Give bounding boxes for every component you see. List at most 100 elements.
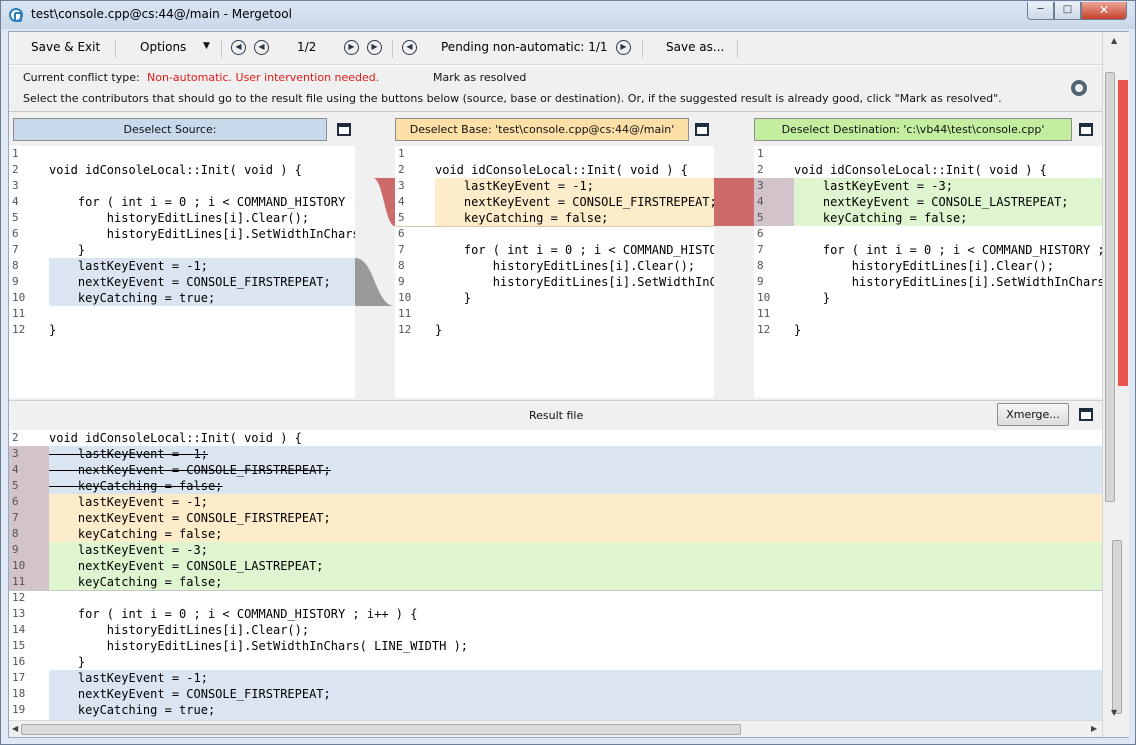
- code-text: }: [435, 291, 472, 305]
- base-pane[interactable]: 1 2 void idConsoleLocal::Init( void ) {3 l…: [395, 146, 714, 398]
- code-text: void idConsoleLocal::Init( void ) {: [435, 163, 688, 177]
- source-base-connector: [355, 178, 395, 306]
- code-line: 12}: [395, 322, 714, 338]
- vertical-scrollbar[interactable]: ▲ ▼: [1102, 32, 1129, 737]
- code-text: keyCatching = false;: [49, 575, 223, 589]
- line-number: 6: [12, 227, 19, 240]
- title-bar[interactable]: test\console.cpp@cs:44@/main - Mergetool…: [1, 1, 1135, 29]
- conflict-connector-shape: [714, 178, 754, 226]
- code-text: lastKeyEvent = -3;: [49, 543, 208, 557]
- maximize-destination-icon[interactable]: [1079, 123, 1093, 136]
- scroll-down-icon[interactable]: ▼: [1111, 708, 1117, 717]
- scroll-left-icon[interactable]: ◀: [12, 724, 18, 733]
- line-number: 4: [12, 195, 19, 208]
- line-number: 2: [757, 163, 764, 176]
- code-line: 14 historyEditLines[i].Clear();: [9, 622, 1102, 638]
- code-text: nextKeyEvent = CONSOLE_LASTREPEAT;: [794, 195, 1069, 209]
- next-conflict-icon[interactable]: ▶: [344, 40, 359, 55]
- scroll-up-icon[interactable]: ▲: [1111, 36, 1117, 45]
- app-logo-icon: [9, 8, 23, 22]
- code-text: }: [49, 243, 86, 257]
- options-button[interactable]: Options: [140, 40, 186, 54]
- code-text: }: [435, 323, 443, 337]
- code-line: 6 lastKeyEvent = -1;: [9, 494, 1102, 510]
- code-text: for ( int i = 0 ; i < COMMAND_HISTORY ;: [49, 195, 355, 209]
- vertical-scroll-thumb[interactable]: [1105, 72, 1115, 502]
- previous-conflict-icon[interactable]: ◀: [254, 40, 269, 55]
- help-lifebuoy-icon[interactable]: [1071, 80, 1087, 96]
- deselect-base-button[interactable]: Deselect Base: 'test\console.cpp@cs:44@/…: [395, 118, 689, 141]
- code-text: nextKeyEvent = CONSOLE_FIRSTREPEAT;: [49, 687, 331, 701]
- save-exit-button[interactable]: Save & Exit: [31, 40, 100, 54]
- last-conflict-icon[interactable]: ▶: [367, 40, 382, 55]
- line-number: 19: [12, 703, 26, 716]
- code-text: for ( int i = 0 ; i < COMMAND_HISTOR: [435, 243, 714, 257]
- line-number: 7: [398, 243, 405, 256]
- code-line: 5 keyCatching = false;: [9, 478, 1102, 494]
- code-text: historyEditLines[i].SetWidthInChars(: [794, 275, 1102, 289]
- horizontal-scrollbar[interactable]: ◀ ▶: [9, 720, 1102, 737]
- code-line: 8 historyEditLines[i].Clear();: [395, 258, 714, 274]
- toolbar-separator: [737, 40, 738, 58]
- next-pending-icon[interactable]: ▶: [616, 40, 631, 55]
- line-number: 8: [398, 259, 405, 272]
- result-file-label: Result file: [529, 409, 584, 422]
- line-number: 7: [757, 243, 764, 256]
- maximize-button[interactable]: □: [1054, 2, 1081, 20]
- toolbar: Save & Exit Options ▼ ◀ ◀ 1/2 ▶ ▶ ◀ Pend…: [9, 32, 1102, 65]
- save-as-button[interactable]: Save as...: [666, 40, 724, 54]
- result-scroll-thumb[interactable]: [1112, 540, 1122, 714]
- toolbar-separator: [221, 40, 222, 58]
- line-number: 17: [12, 671, 26, 684]
- previous-pending-icon[interactable]: ◀: [402, 40, 417, 55]
- first-conflict-icon[interactable]: ◀: [231, 40, 246, 55]
- maximize-result-icon[interactable]: [1079, 408, 1093, 421]
- code-line: 5 keyCatching = false;: [754, 210, 1102, 226]
- scroll-right-icon[interactable]: ▶: [1091, 724, 1097, 733]
- code-text: for ( int i = 0 ; i < COMMAND_HISTORY ;: [794, 243, 1102, 257]
- code-text: void idConsoleLocal::Init( void ) {: [794, 163, 1047, 177]
- source-pane[interactable]: 1 2 void idConsoleLocal::Init( void ) {3 4 …: [9, 146, 355, 398]
- code-line: 6: [395, 226, 714, 242]
- code-line: 9 historyEditLines[i].SetWidthInCh: [395, 274, 714, 290]
- maximize-source-icon[interactable]: [337, 123, 351, 136]
- code-line: 11: [754, 306, 1102, 322]
- code-line: 18 nextKeyEvent = CONSOLE_FIRSTREPEAT;: [9, 686, 1102, 702]
- result-pane[interactable]: 2 void idConsoleLocal::Init( void ) {3 la…: [9, 430, 1102, 720]
- code-line: 7 nextKeyEvent = CONSOLE_FIRSTREPEAT;: [9, 510, 1102, 526]
- code-line: 1: [9, 146, 355, 162]
- xmerge-button[interactable]: Xmerge...: [997, 403, 1069, 426]
- code-line: 5 historyEditLines[i].Clear();: [9, 210, 355, 226]
- conflict-overview-marker[interactable]: [1118, 80, 1128, 386]
- code-text: lastKeyEvent = -1;: [49, 495, 208, 509]
- maximize-base-icon[interactable]: [695, 123, 709, 136]
- deselect-source-button[interactable]: Deselect Source: 'test\console.cpp@cs:46…: [13, 118, 327, 157]
- code-line: 4 nextKeyEvent = CONSOLE_FIRSTREPEAT;: [395, 194, 714, 210]
- code-line: 10 }: [754, 290, 1102, 306]
- line-number: 7: [12, 511, 19, 524]
- line-number: 18: [12, 687, 26, 700]
- code-line: 19 keyCatching = true;: [9, 702, 1102, 718]
- toolbar-separator: [642, 40, 643, 58]
- code-text: keyCatching = false;: [49, 527, 223, 541]
- minimize-button[interactable]: ─: [1027, 2, 1054, 20]
- code-line: 10 }: [395, 290, 714, 306]
- code-line: 8 keyCatching = false;: [9, 526, 1102, 542]
- line-number: 12: [12, 591, 26, 604]
- destination-pane[interactable]: 1 2 void idConsoleLocal::Init( void ) {3 l…: [754, 146, 1102, 398]
- code-text: lastKeyEvent = -1;: [49, 259, 208, 273]
- deselect-destination-button[interactable]: Deselect Destination: 'c:\vb44\test\cons…: [754, 118, 1072, 141]
- code-line: 3 lastKeyEvent = -1;: [9, 446, 1102, 462]
- mark-resolved-link[interactable]: Mark as resolved: [433, 71, 526, 84]
- code-line: 6: [754, 226, 1102, 242]
- code-text: void idConsoleLocal::Init( void ) {: [49, 431, 302, 445]
- line-number: 12: [757, 323, 771, 336]
- close-button[interactable]: ✕: [1081, 2, 1127, 20]
- code-text: lastKeyEvent = -3;: [794, 179, 953, 193]
- horizontal-scroll-thumb[interactable]: [21, 724, 741, 735]
- code-line: 16 }: [9, 654, 1102, 670]
- line-number: 3: [12, 179, 19, 192]
- line-number: 2: [12, 163, 19, 176]
- line-number: 8: [757, 259, 764, 272]
- options-dropdown-icon[interactable]: ▼: [203, 41, 210, 51]
